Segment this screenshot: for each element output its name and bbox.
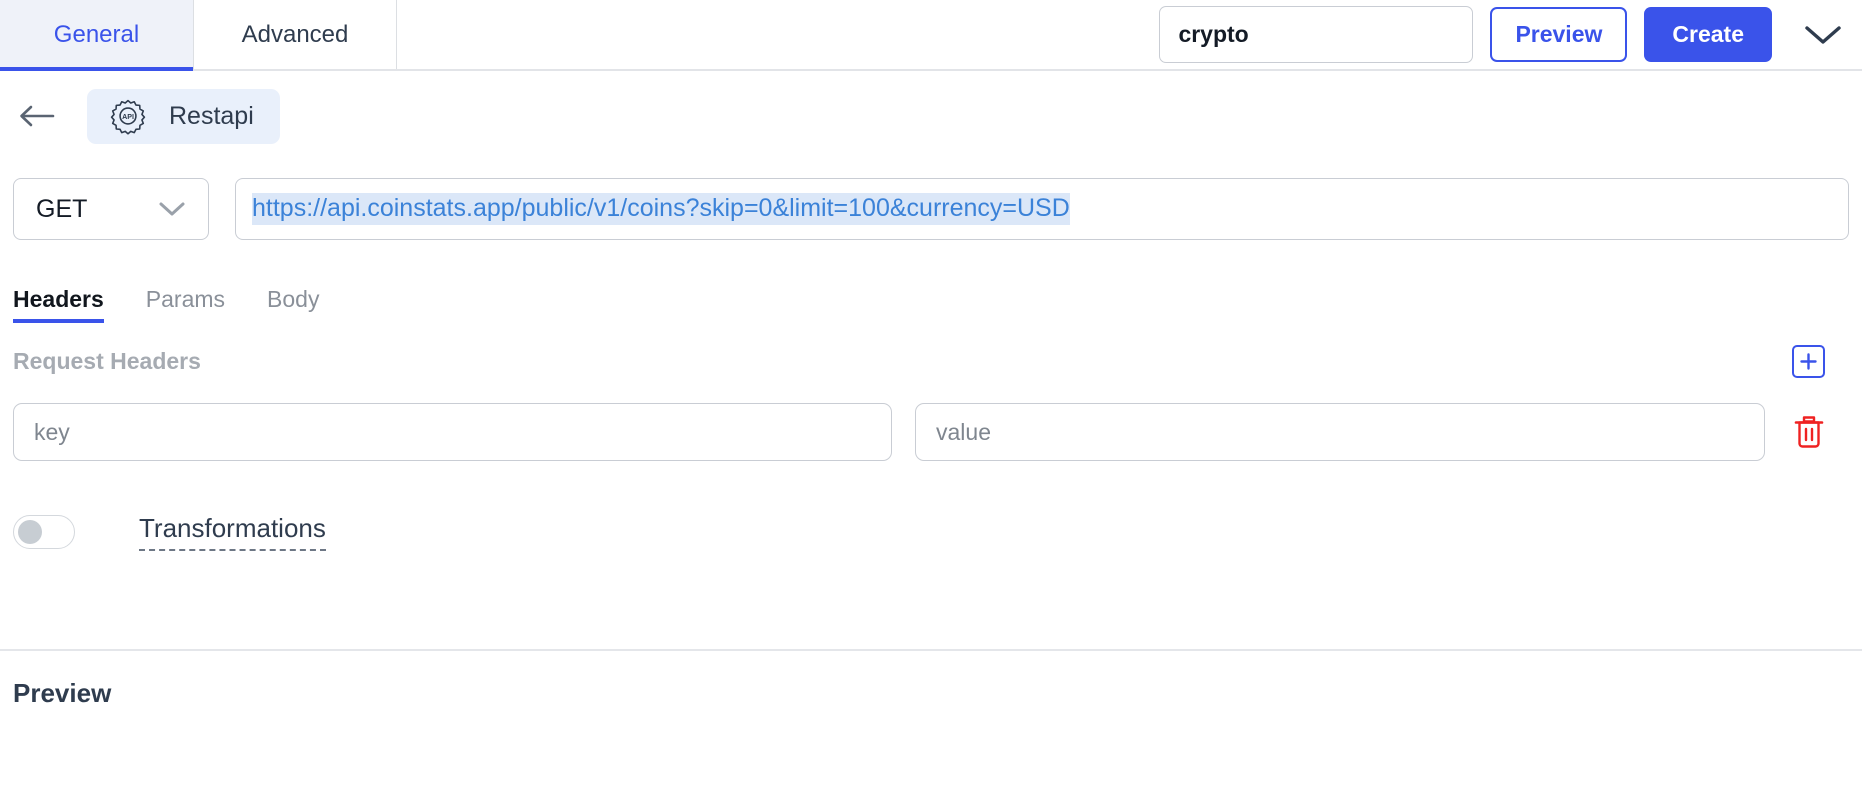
resource-name-input[interactable] (1159, 6, 1474, 63)
tab-params-label: Params (145, 286, 226, 312)
header-key-input[interactable]: key (13, 403, 892, 461)
tab-params[interactable]: Params (146, 286, 225, 323)
request-sections-tablist: Headers Params Body (0, 277, 1862, 323)
transformations-toggle[interactable] (13, 515, 75, 549)
trash-icon (1794, 416, 1824, 448)
tab-body-label: Body (267, 286, 320, 312)
tab-headers[interactable]: Headers (13, 286, 104, 323)
request-headers-label: Request Headers (13, 348, 201, 374)
breadcrumb-item-label: Restapi (169, 101, 254, 130)
chevron-down-icon[interactable] (1802, 14, 1844, 56)
transformations-row: Transformations (0, 513, 1862, 551)
top-action-bar: General Advanced Preview Create (0, 0, 1862, 71)
chevron-down-icon (158, 200, 186, 218)
tab-headers-label: Headers (13, 286, 104, 312)
create-button[interactable]: Create (1644, 7, 1772, 62)
http-method-select[interactable]: GET (13, 178, 209, 240)
tab-advanced[interactable]: Advanced (194, 0, 397, 69)
api-gear-icon: API (109, 97, 147, 135)
tab-body[interactable]: Body (267, 286, 319, 323)
tab-advanced-label: Advanced (241, 20, 349, 48)
arrow-left-icon[interactable] (13, 92, 61, 140)
request-url-text: https://api.coinstats.app/public/v1/coin… (252, 193, 1070, 225)
request-line: GET https://api.coinstats.app/public/v1/… (0, 178, 1862, 240)
header-value-input[interactable]: value (915, 403, 1765, 461)
transformations-label[interactable]: Transformations (139, 513, 326, 551)
header-value-placeholder: value (936, 418, 991, 445)
breadcrumb-item-restapi[interactable]: API Restapi (87, 88, 280, 144)
add-header-button[interactable] (1792, 345, 1825, 378)
svg-text:API: API (122, 113, 134, 121)
section-divider (0, 649, 1862, 651)
preview-button[interactable]: Preview (1490, 7, 1628, 62)
preview-section-title: Preview (13, 678, 112, 708)
toggle-knob (18, 520, 42, 544)
breadcrumb: API Restapi (0, 71, 1862, 161)
plus-icon (1800, 353, 1817, 370)
request-headers-header: Request Headers (0, 345, 1862, 378)
http-method-value: GET (36, 194, 88, 223)
header-key-placeholder: key (34, 418, 70, 445)
tab-general[interactable]: General (0, 0, 194, 71)
tab-general-label: General (53, 20, 140, 48)
topbar-actions: Preview Create (1159, 0, 1862, 69)
request-url-input[interactable]: https://api.coinstats.app/public/v1/coin… (235, 178, 1849, 240)
table-row: key value (0, 403, 1862, 461)
delete-header-button[interactable] (1787, 414, 1831, 450)
